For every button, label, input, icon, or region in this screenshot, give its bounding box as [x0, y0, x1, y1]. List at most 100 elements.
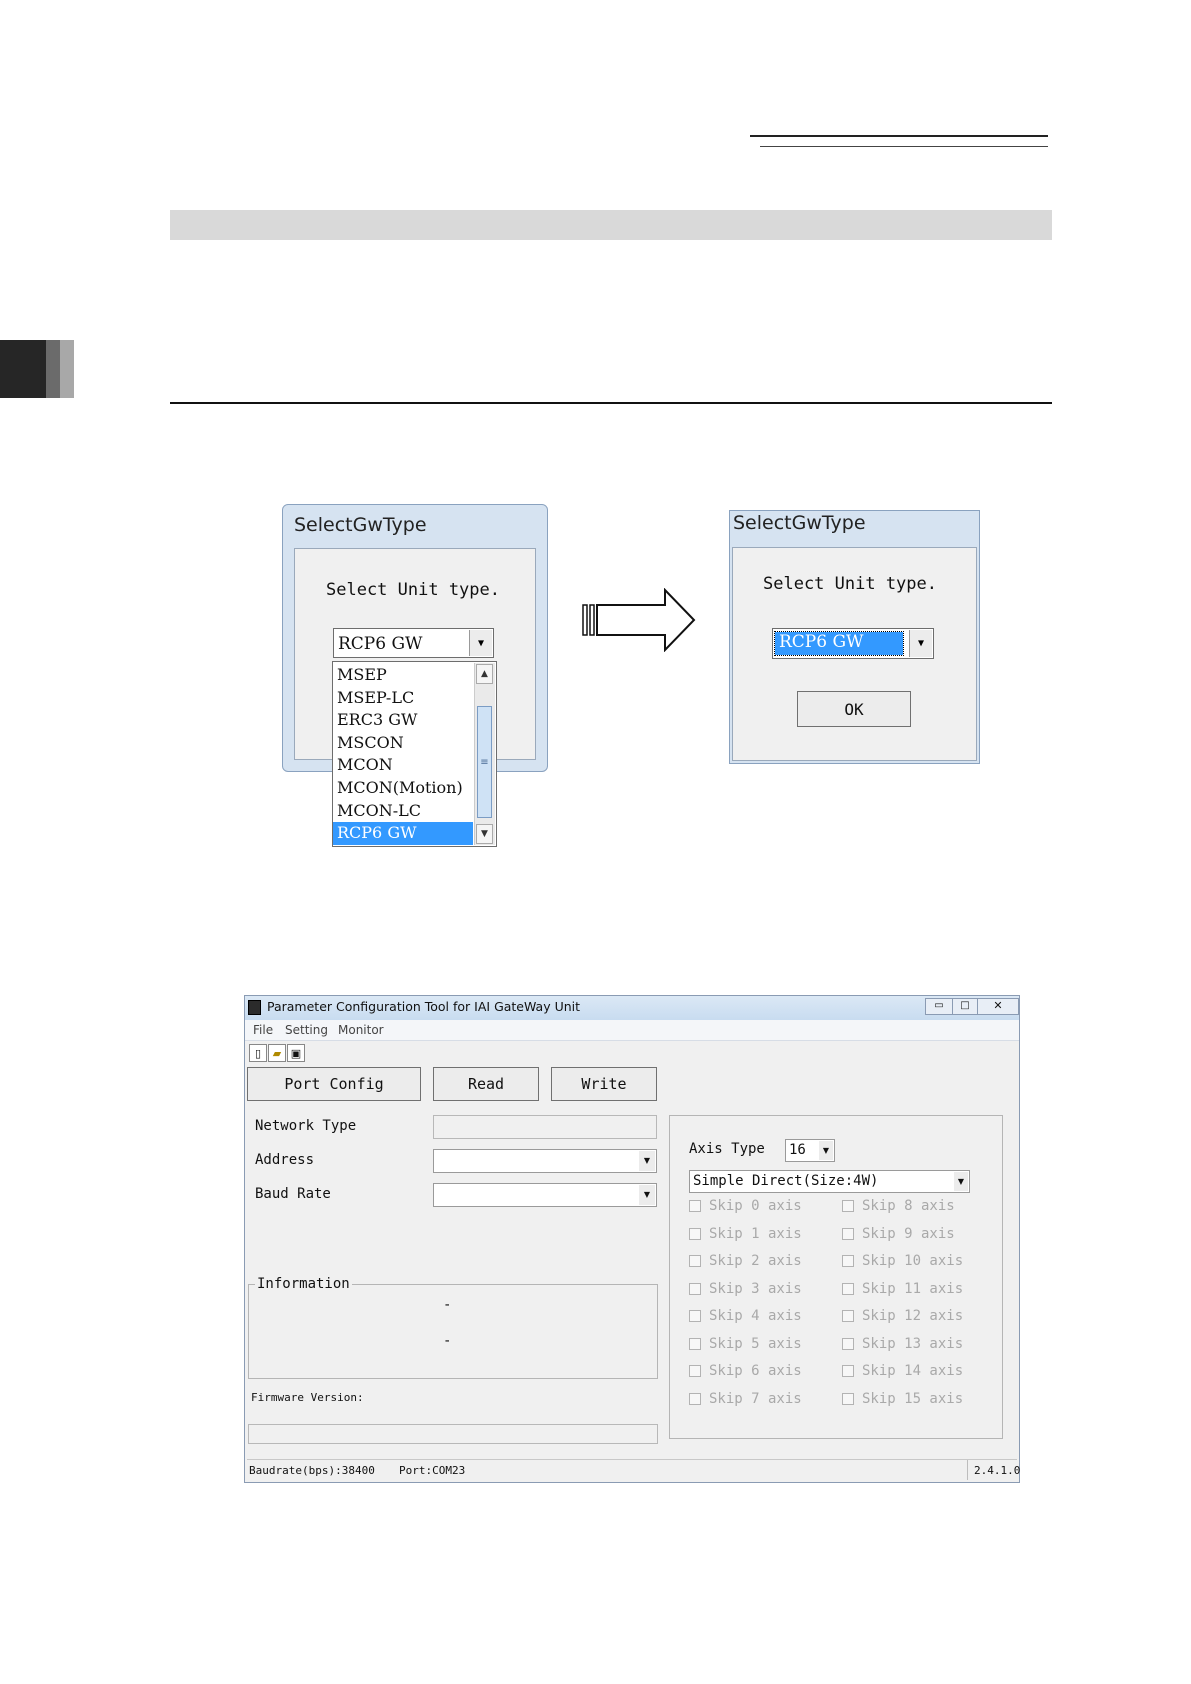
skip-axis-checkbox[interactable]: Skip 3 axis: [689, 1281, 802, 1297]
unit-type-option[interactable]: MCON(Motion): [333, 777, 473, 800]
skip-axis-label: Skip 0 axis: [709, 1198, 802, 1214]
menu-file[interactable]: File: [253, 1023, 273, 1037]
menu-monitor[interactable]: Monitor: [338, 1023, 384, 1037]
maximize-icon[interactable]: □: [952, 998, 978, 1015]
firmware-version-field: [248, 1424, 658, 1444]
unit-type-list[interactable]: MSEP MSEP-LC ERC3 GW MSCON MCON MCON(Motion) M…: [332, 661, 497, 847]
menu-setting[interactable]: Setting: [285, 1023, 328, 1037]
skip-axis-checkbox[interactable]: Skip 13 axis: [842, 1336, 963, 1352]
unit-type-option[interactable]: MSEP: [333, 664, 473, 687]
scroll-up-icon[interactable]: ▲: [476, 664, 493, 684]
skip-axis-checkbox[interactable]: Skip 10 axis: [842, 1253, 963, 1269]
skip-axis-checkbox[interactable]: Skip 0 axis: [689, 1198, 802, 1214]
unit-type-combo[interactable]: RCP6 GW ▼: [772, 628, 934, 659]
header-rule-top: [750, 135, 1048, 137]
unit-type-option[interactable]: MCON: [333, 754, 473, 777]
information-label: Information: [255, 1276, 352, 1292]
write-button[interactable]: Write: [551, 1067, 657, 1101]
status-bar: Baudrate(bps):38400 Port:COM23 2.4.1.0: [247, 1459, 1020, 1481]
minimize-icon[interactable]: ▭: [925, 998, 953, 1015]
dialog-title: SelectGwType: [733, 512, 866, 534]
checkbox-icon[interactable]: [689, 1282, 701, 1295]
unit-type-combo-value: RCP6 GW: [338, 634, 423, 654]
scroll-thumb[interactable]: ≡: [477, 706, 492, 818]
axis-count-select[interactable]: 16 ▼: [785, 1139, 835, 1162]
address-select[interactable]: ▼: [433, 1149, 657, 1173]
skip-axis-checkbox[interactable]: Skip 6 axis: [689, 1363, 802, 1379]
app-icon: [248, 1000, 261, 1015]
checkbox-icon[interactable]: [689, 1227, 701, 1240]
skip-axis-label: Skip 10 axis: [862, 1253, 964, 1269]
chevron-down-icon[interactable]: ▼: [909, 630, 932, 657]
open-folder-icon[interactable]: ▰: [268, 1044, 286, 1062]
chapter-tab: [0, 340, 46, 398]
unit-type-combo[interactable]: RCP6 GW ▼: [333, 628, 494, 658]
list-scrollbar[interactable]: ▲ ≡ ▼: [474, 663, 495, 845]
axis-group: Axis Type 16 ▼ Simple Direct(Size:4W) ▼ …: [669, 1115, 1003, 1439]
skip-axis-checkbox[interactable]: Skip 8 axis: [842, 1198, 955, 1214]
checkbox-icon[interactable]: [689, 1365, 701, 1377]
skip-axis-label: Skip 5 axis: [709, 1335, 802, 1352]
checkbox-icon[interactable]: [689, 1392, 701, 1405]
skip-axis-checkbox[interactable]: Skip 9 axis: [842, 1226, 955, 1242]
chapter-tab-mid: [46, 340, 60, 398]
checkbox-icon[interactable]: [842, 1365, 854, 1377]
unit-type-option[interactable]: RCP6 GW: [333, 822, 473, 845]
chevron-down-icon[interactable]: ▼: [954, 1172, 968, 1191]
checkbox-icon[interactable]: [842, 1227, 854, 1240]
checkbox-icon[interactable]: [689, 1310, 701, 1322]
unit-type-option[interactable]: MSEP-LC: [333, 687, 473, 710]
checkbox-icon[interactable]: [842, 1255, 854, 1267]
port-config-button[interactable]: Port Config: [247, 1067, 421, 1101]
skip-axis-checkbox[interactable]: Skip 2 axis: [689, 1253, 802, 1269]
checkbox-icon[interactable]: [689, 1200, 701, 1212]
skip-axis-checkbox[interactable]: Skip 4 axis: [689, 1308, 802, 1324]
baud-rate-label: Baud Rate: [255, 1186, 331, 1202]
skip-axis-label: Skip 3 axis: [709, 1280, 802, 1297]
chevron-down-icon[interactable]: ▼: [639, 1151, 655, 1171]
axis-mode-select[interactable]: Simple Direct(Size:4W) ▼: [689, 1170, 970, 1193]
checkbox-icon[interactable]: [842, 1337, 854, 1350]
select-gw-dialog-closed: SelectGwType Select Unit type. RCP6 GW ▼…: [729, 510, 980, 764]
checkbox-icon[interactable]: [842, 1200, 854, 1212]
right-arrow-icon: [582, 588, 696, 652]
ok-button[interactable]: OK: [797, 691, 911, 727]
checkbox-icon[interactable]: [842, 1392, 854, 1405]
window-titlebar: Parameter Configuration Tool for IAI Gat…: [245, 996, 1019, 1020]
section-band: [170, 210, 1052, 240]
skip-axis-label: Skip 15 axis: [862, 1390, 964, 1407]
scroll-down-icon[interactable]: ▼: [476, 824, 493, 844]
skip-axis-checkbox[interactable]: Skip 11 axis: [842, 1281, 963, 1297]
unit-type-option[interactable]: MSCON: [333, 732, 473, 755]
unit-type-option[interactable]: ERC3 GW: [333, 709, 473, 732]
read-button[interactable]: Read: [433, 1067, 539, 1101]
address-label: Address: [255, 1152, 315, 1168]
checkbox-icon[interactable]: [689, 1255, 701, 1267]
chevron-down-icon[interactable]: ▼: [819, 1141, 833, 1160]
information-line-1: -: [443, 1297, 452, 1313]
menu-bar: File Setting Monitor: [245, 1020, 1019, 1041]
axis-type-label: Axis Type: [689, 1141, 765, 1157]
skip-axis-checkbox[interactable]: Skip 5 axis: [689, 1336, 802, 1352]
skip-axis-checkbox[interactable]: Skip 15 axis: [842, 1391, 963, 1407]
baud-rate-select[interactable]: ▼: [433, 1183, 657, 1207]
skip-axis-checkbox[interactable]: Skip 7 axis: [689, 1391, 802, 1407]
unit-type-option[interactable]: MCON-LC: [333, 800, 473, 823]
status-port: Port:COM23: [399, 1464, 466, 1477]
window-title: Parameter Configuration Tool for IAI Gat…: [267, 999, 581, 1014]
skip-axis-label: Skip 9 axis: [862, 1225, 955, 1242]
skip-axis-checkbox[interactable]: Skip 14 axis: [842, 1363, 963, 1379]
checkbox-icon[interactable]: [689, 1337, 701, 1350]
chevron-down-icon[interactable]: ▼: [469, 630, 492, 656]
chevron-down-icon[interactable]: ▼: [639, 1185, 655, 1205]
checkbox-icon[interactable]: [842, 1282, 854, 1295]
checkbox-icon[interactable]: [842, 1310, 854, 1322]
skip-axis-label: Skip 11 axis: [862, 1280, 964, 1297]
close-icon[interactable]: ✕: [977, 998, 1019, 1015]
save-disk-icon[interactable]: ▣: [287, 1044, 305, 1062]
skip-axis-label: Skip 14 axis: [862, 1363, 964, 1379]
skip-axis-label: Skip 2 axis: [709, 1253, 802, 1269]
new-file-icon[interactable]: ▯: [249, 1044, 267, 1062]
skip-axis-checkbox[interactable]: Skip 12 axis: [842, 1308, 963, 1324]
skip-axis-checkbox[interactable]: Skip 1 axis: [689, 1226, 802, 1242]
